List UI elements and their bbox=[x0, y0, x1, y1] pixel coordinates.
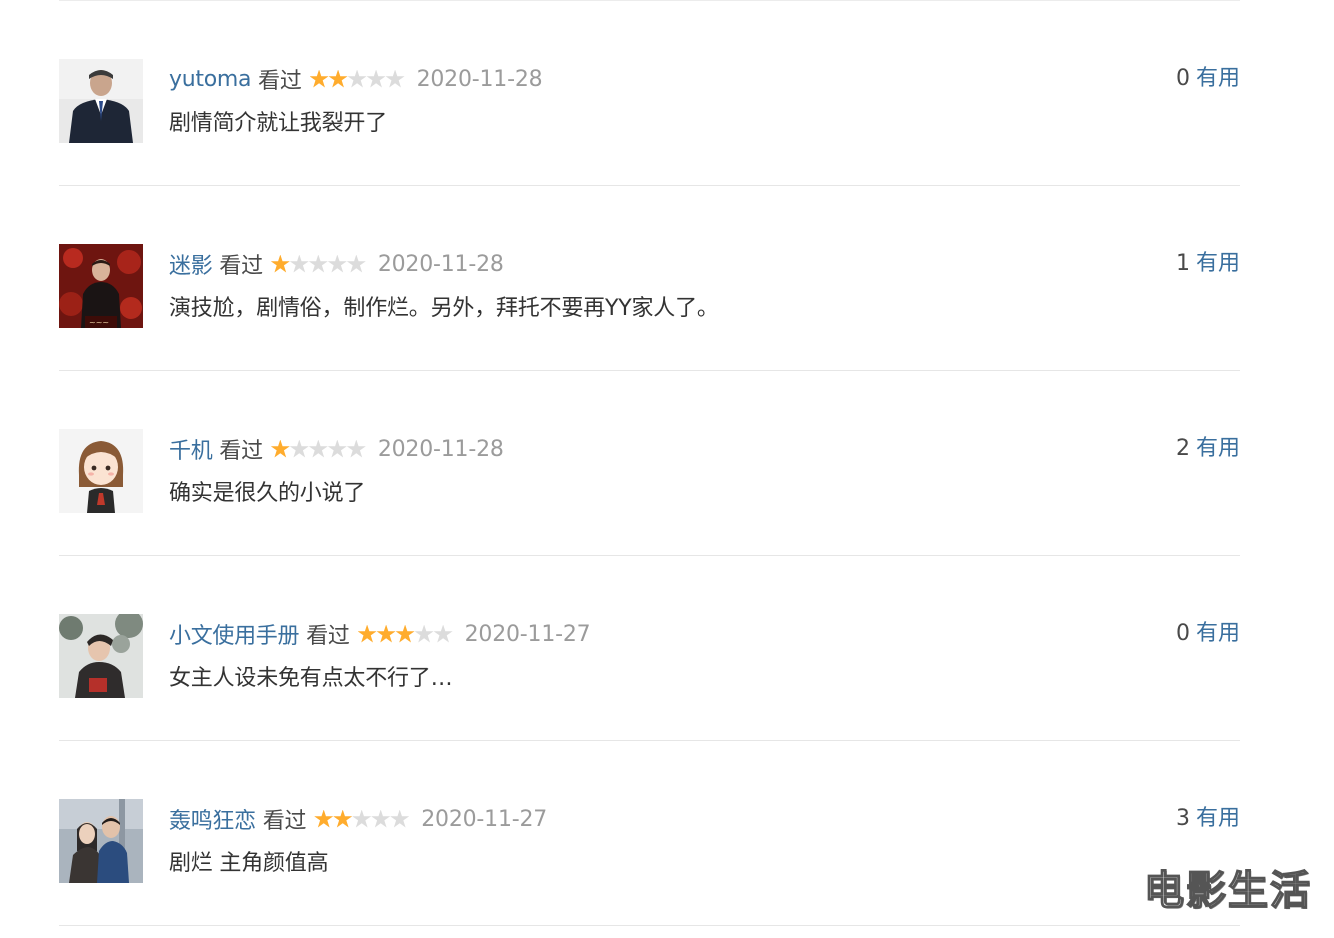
user-avatar[interactable] bbox=[59, 429, 143, 513]
author-link[interactable]: yutoma bbox=[169, 67, 251, 92]
comment-item: 轰鸣狂恋 看过 2020-11-27 剧烂 主角颜值高 3 有用 bbox=[59, 741, 1240, 926]
avatar-photo-man-in-suit-icon bbox=[59, 59, 143, 143]
comment-header: 轰鸣狂恋 看过 2020-11-27 bbox=[169, 801, 547, 837]
author-link[interactable]: 轰鸣狂恋 bbox=[169, 803, 256, 835]
star-filled-icon bbox=[357, 624, 377, 643]
star-empty-icon bbox=[289, 439, 309, 458]
useful-button[interactable]: 有用 bbox=[1196, 806, 1240, 831]
vote-count: 0 bbox=[1175, 66, 1190, 91]
comment-text: 演技尬，剧情俗，制作烂。另外，拜托不要再YY家人了。 bbox=[169, 296, 719, 321]
vote-count: 2 bbox=[1175, 436, 1190, 461]
comment-text: 剧情简介就让我裂开了 bbox=[169, 111, 388, 136]
svg-text:~~~: ~~~ bbox=[89, 318, 109, 327]
star-filled-icon bbox=[328, 69, 348, 88]
useful-button[interactable]: 有用 bbox=[1196, 436, 1240, 461]
comment-date: 2020-11-28 bbox=[377, 436, 504, 462]
user-avatar[interactable]: ~~~ bbox=[59, 244, 143, 328]
star-filled-icon bbox=[309, 69, 329, 88]
useful-button[interactable]: 有用 bbox=[1196, 621, 1240, 646]
author-link[interactable]: 千机 bbox=[169, 433, 213, 465]
comment-date: 2020-11-27 bbox=[464, 621, 591, 647]
useful-button[interactable]: 有用 bbox=[1196, 66, 1240, 91]
star-filled-icon bbox=[270, 254, 290, 273]
watched-label: 看过 bbox=[258, 69, 302, 94]
star-empty-icon bbox=[347, 69, 367, 88]
watermark-text: 电影生活 bbox=[1143, 867, 1312, 915]
star-empty-icon bbox=[308, 439, 328, 458]
star-filled-icon bbox=[314, 809, 334, 828]
star-empty-icon bbox=[414, 624, 434, 643]
watched-label: 看过 bbox=[219, 254, 263, 279]
comment-header: yutoma 看过 2020-11-28 bbox=[169, 61, 543, 97]
comment-date: 2020-11-27 bbox=[421, 806, 548, 832]
rating-stars bbox=[270, 439, 366, 459]
star-filled-icon bbox=[333, 809, 353, 828]
useful-vote: 0 有用 bbox=[1176, 616, 1240, 652]
vote-count: 3 bbox=[1175, 806, 1190, 831]
star-empty-icon bbox=[390, 809, 410, 828]
star-empty-icon bbox=[308, 254, 328, 273]
watched-label: 看过 bbox=[306, 624, 350, 649]
star-filled-icon bbox=[270, 439, 290, 458]
avatar-poster-red-icon: ~~~ bbox=[59, 244, 143, 328]
star-empty-icon bbox=[433, 624, 453, 643]
user-avatar[interactable] bbox=[59, 799, 143, 883]
comment-item: 小文使用手册 看过 2020-11-27 女主人设未免有点太不行了… 0 有用 bbox=[59, 556, 1240, 741]
star-filled-icon bbox=[376, 624, 396, 643]
watched-label: 看过 bbox=[219, 439, 263, 464]
useful-vote: 1 有用 bbox=[1176, 246, 1240, 282]
comment-header: 迷影 看过 2020-11-28 bbox=[169, 246, 504, 282]
rating-stars bbox=[309, 69, 405, 89]
author-link[interactable]: 小文使用手册 bbox=[169, 618, 300, 650]
rating-stars bbox=[314, 809, 410, 829]
star-empty-icon bbox=[352, 809, 372, 828]
star-empty-icon bbox=[327, 254, 347, 273]
rating-stars bbox=[270, 254, 366, 274]
star-empty-icon bbox=[385, 69, 405, 88]
comment-item: ~~~ 迷影 看过 2020-11-28 演技尬，剧情俗，制作烂。另外，拜托不要… bbox=[59, 186, 1240, 371]
star-empty-icon bbox=[346, 254, 366, 273]
user-avatar[interactable] bbox=[59, 59, 143, 143]
useful-button[interactable]: 有用 bbox=[1196, 251, 1240, 276]
comment-text: 确实是很久的小说了 bbox=[169, 481, 366, 506]
vote-count: 0 bbox=[1175, 621, 1190, 646]
star-empty-icon bbox=[366, 69, 386, 88]
comment-item: 千机 看过 2020-11-28 确实是很久的小说了 2 有用 bbox=[59, 371, 1240, 556]
comment-item: yutoma 看过 2020-11-28 剧情简介就让我裂开了 0 有用 bbox=[59, 1, 1240, 186]
watched-label: 看过 bbox=[262, 809, 307, 834]
rating-stars bbox=[357, 624, 453, 644]
comment-text: 女主人设未免有点太不行了… bbox=[169, 666, 453, 691]
star-empty-icon bbox=[346, 439, 366, 458]
useful-vote: 0 有用 bbox=[1176, 61, 1240, 97]
useful-vote: 3 有用 bbox=[1176, 801, 1240, 837]
star-filled-icon bbox=[395, 624, 415, 643]
avatar-cartoon-girl-icon bbox=[59, 429, 143, 513]
author-link[interactable]: 迷影 bbox=[169, 248, 213, 280]
star-empty-icon bbox=[327, 439, 347, 458]
vote-count: 1 bbox=[1175, 251, 1190, 276]
comment-date: 2020-11-28 bbox=[377, 251, 504, 277]
avatar-photo-couple-icon bbox=[59, 799, 143, 883]
comment-header: 千机 看过 2020-11-28 bbox=[169, 431, 504, 467]
comment-date: 2020-11-28 bbox=[416, 66, 543, 92]
comment-text: 剧烂 主角颜值高 bbox=[169, 851, 329, 876]
star-empty-icon bbox=[371, 809, 391, 828]
comment-header: 小文使用手册 看过 2020-11-27 bbox=[169, 616, 591, 652]
avatar-photo-man-outdoor-icon bbox=[59, 614, 143, 698]
star-empty-icon bbox=[289, 254, 309, 273]
useful-vote: 2 有用 bbox=[1176, 431, 1240, 467]
comment-list: yutoma 看过 2020-11-28 剧情简介就让我裂开了 0有用 ~~~ bbox=[59, 0, 1240, 926]
user-avatar[interactable] bbox=[59, 614, 143, 698]
